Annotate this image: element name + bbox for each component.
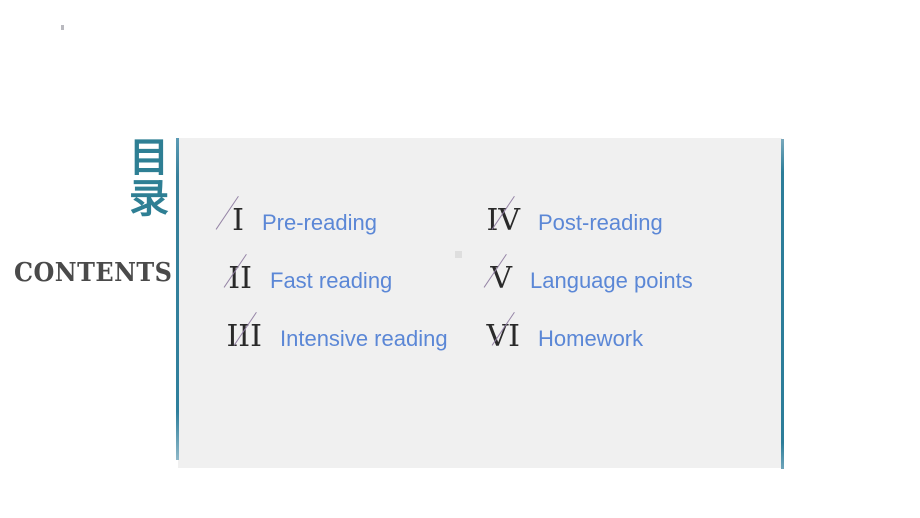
toc-item-pre-reading[interactable]: I Pre-reading xyxy=(218,196,488,254)
toc-item-intensive-reading[interactable]: III Intensive reading xyxy=(218,312,488,370)
toc-label: Pre-reading xyxy=(262,210,377,235)
toc-item-language-points[interactable]: V Language points xyxy=(486,254,776,312)
contents-column-right: IV Post-reading V Language points VI Hom… xyxy=(486,196,776,370)
slash-divider-icon xyxy=(238,196,260,230)
slash-divider-icon xyxy=(514,196,536,230)
toc-label: Intensive reading xyxy=(280,326,448,351)
toc-label: Language points xyxy=(530,268,693,293)
accent-rule-right xyxy=(781,139,784,469)
contents-column-left: I Pre-reading II Fast reading III Intens… xyxy=(218,196,488,370)
slash-divider-icon xyxy=(514,312,536,346)
accent-rule-left xyxy=(176,138,179,460)
toc-item-post-reading[interactable]: IV Post-reading xyxy=(486,196,776,254)
page-title-cn: 目 录 xyxy=(126,138,172,220)
toc-label: Fast reading xyxy=(270,268,393,293)
slash-divider-icon xyxy=(506,254,528,288)
page-title-en: CONTENTS xyxy=(14,258,173,288)
toc-label: Post-reading xyxy=(538,210,663,235)
slash-divider-icon xyxy=(246,254,268,288)
toc-item-fast-reading[interactable]: II Fast reading xyxy=(218,254,488,312)
page-title-cn-char1: 目 xyxy=(129,135,169,181)
title-block: 目 录 CONTENTS xyxy=(0,135,176,305)
toc-label: Homework xyxy=(538,326,644,351)
slash-divider-icon xyxy=(256,312,278,346)
toc-item-homework[interactable]: VI Homework xyxy=(486,312,776,370)
page-title-cn-char2: 录 xyxy=(129,176,169,222)
stray-mark xyxy=(61,25,64,30)
slide-canvas: 目 录 CONTENTS I Pre-reading II Fast readi… xyxy=(0,0,920,518)
